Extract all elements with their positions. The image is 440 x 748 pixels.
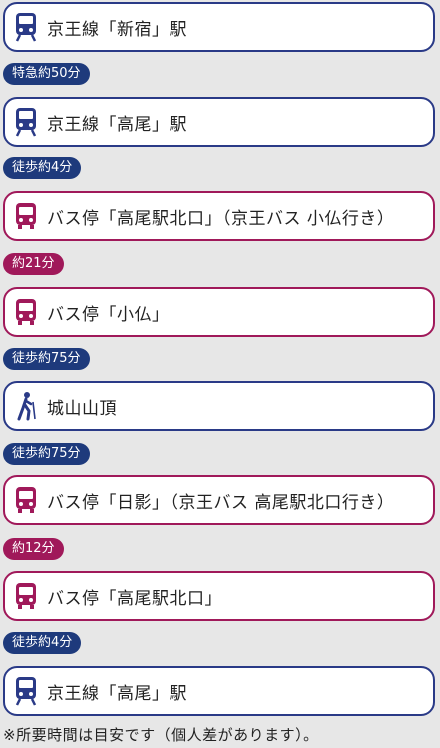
- stop-card: バス停「日影」（京王バス 高尾駅北口行き）: [3, 475, 435, 525]
- bus-icon: [13, 581, 39, 611]
- hiker-icon: [13, 391, 39, 421]
- train-icon: [13, 107, 39, 137]
- stop-card: 京王線「高尾」駅: [3, 666, 435, 716]
- bus-icon: [13, 485, 39, 515]
- transit-badge: 徒歩約75分: [3, 348, 90, 370]
- stop-name: バス停「高尾駅北口」（京王バス 小仏行き）: [47, 208, 395, 229]
- stop-name: 京王線「新宿」駅: [47, 19, 187, 40]
- transit-badge: 徒歩約4分: [3, 632, 82, 654]
- stop-card: 城山山頂: [3, 381, 435, 431]
- stop-name: 京王線「高尾」駅: [47, 114, 187, 135]
- stop-name: バス停「小仏」: [47, 304, 170, 325]
- transit-badge: 約21分: [3, 253, 64, 275]
- transit-badge: 約12分: [3, 538, 64, 560]
- train-icon: [13, 676, 39, 706]
- stop-card: バス停「高尾駅北口」（京王バス 小仏行き）: [3, 191, 435, 241]
- bus-icon: [13, 201, 39, 231]
- bus-icon: [13, 297, 39, 327]
- stop-name: 城山山頂: [47, 398, 117, 419]
- stop-name: バス停「高尾駅北口」: [47, 588, 222, 609]
- time-disclaimer: ※所要時間は目安です（個人差があります）。: [3, 726, 319, 744]
- train-icon: [13, 12, 39, 42]
- stop-card: バス停「高尾駅北口」: [3, 571, 435, 621]
- stop-card: 京王線「高尾」駅: [3, 97, 435, 147]
- stop-name: バス停「日影」（京王バス 高尾駅北口行き）: [47, 492, 395, 513]
- transit-badge: 特急約50分: [3, 63, 90, 85]
- stop-card: 京王線「新宿」駅: [3, 2, 435, 52]
- transit-badge: 徒歩約75分: [3, 443, 90, 465]
- stop-name: 京王線「高尾」駅: [47, 683, 187, 704]
- stop-card: バス停「小仏」: [3, 287, 435, 337]
- transit-badge: 徒歩約4分: [3, 157, 82, 179]
